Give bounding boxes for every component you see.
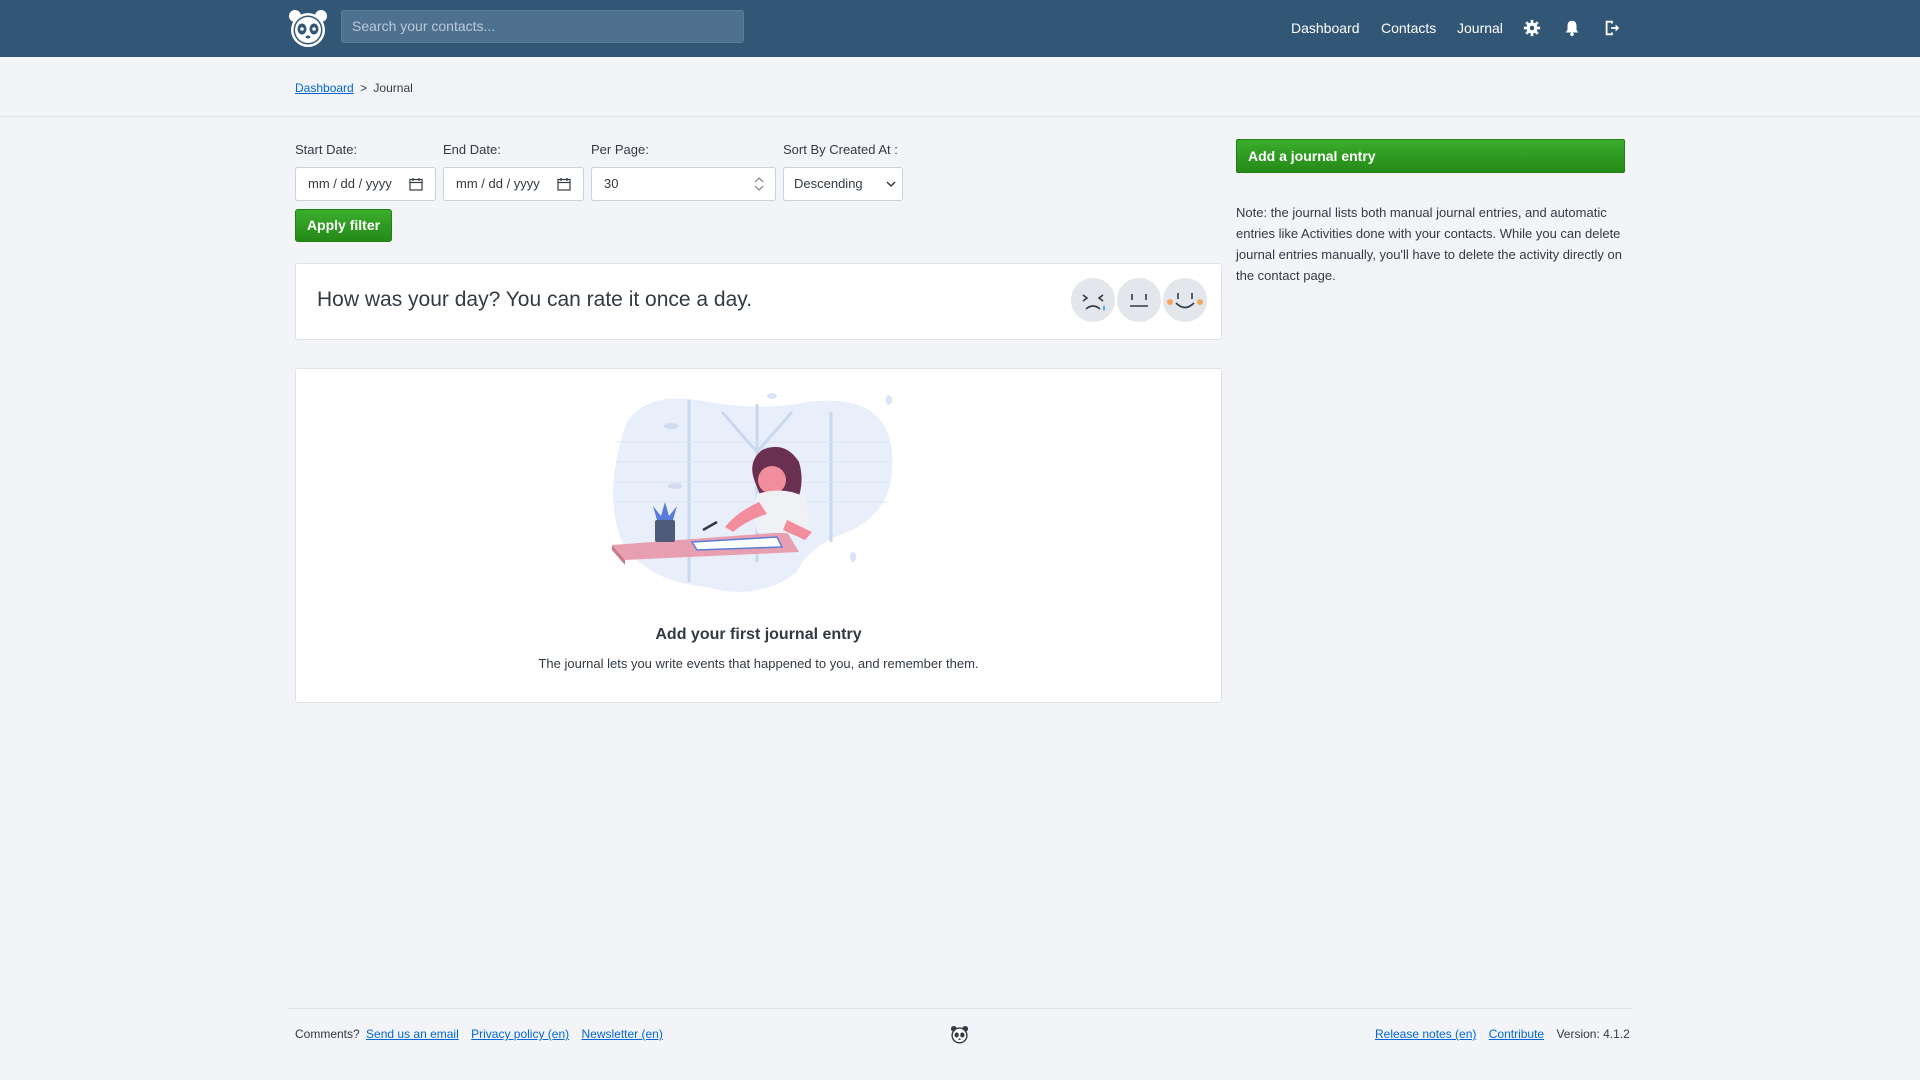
breadcrumb-current: Journal (373, 81, 413, 95)
search-input[interactable]: Search your contacts... (341, 10, 744, 43)
per-page-input[interactable]: 30 (591, 167, 776, 201)
footer-right: Release notes (en) Contribute Version: 4… (1375, 1027, 1630, 1041)
breadcrumb: Dashboard > Journal (295, 81, 413, 95)
day-rating-prompt: How was your day? You can rate it once a… (317, 288, 753, 311)
nav-dashboard[interactable]: Dashboard (1291, 20, 1360, 36)
sort-select-value: Descending (794, 176, 863, 191)
apply-filter-button[interactable]: Apply filter (295, 209, 392, 242)
breadcrumb-separator: > (360, 81, 368, 95)
journal-note: Note: the journal lists both manual jour… (1236, 205, 1622, 283)
end-date-value: mm / dd / yyyy (456, 176, 540, 191)
footer-divider (288, 1008, 1632, 1009)
chevron-down-icon (886, 181, 896, 188)
start-date-label: Start Date: (295, 142, 358, 157)
footer-release-notes-link[interactable]: Release notes (en) (1375, 1027, 1476, 1041)
calendar-icon[interactable] (557, 177, 571, 191)
start-date-input[interactable]: mm / dd / yyyy (295, 167, 436, 201)
calendar-icon[interactable] (409, 177, 423, 191)
empty-state-description: The journal lets you write events that h… (538, 656, 979, 671)
happy-face-icon[interactable] (1163, 278, 1207, 322)
footer-comments-label: Comments? (295, 1027, 360, 1041)
panda-logo-icon[interactable] (288, 9, 328, 49)
footer-newsletter-link[interactable]: Newsletter (en) (581, 1027, 662, 1041)
end-date-input[interactable]: mm / dd / yyyy (443, 167, 584, 201)
logout-icon[interactable] (1603, 19, 1621, 37)
start-date-value: mm / dd / yyyy (308, 176, 392, 191)
footer-version: Version: 4.1.2 (1556, 1027, 1630, 1041)
end-date-label: End Date: (443, 142, 501, 157)
gear-icon[interactable] (1523, 19, 1541, 37)
footer-panda-icon (950, 1025, 969, 1044)
nav-contacts[interactable]: Contacts (1381, 20, 1436, 36)
add-journal-entry-button[interactable]: Add a journal entry (1236, 139, 1625, 173)
footer-contribute-link[interactable]: Contribute (1489, 1027, 1544, 1041)
empty-state-title: Add your first journal entry (655, 626, 862, 643)
per-page-label: Per Page: (591, 142, 649, 157)
footer-privacy-link[interactable]: Privacy policy (en) (471, 1027, 569, 1041)
neutral-face-icon[interactable] (1117, 278, 1161, 322)
breadcrumb-dashboard-link[interactable]: Dashboard (295, 81, 354, 95)
sort-label: Sort By Created At : (783, 142, 898, 157)
bell-icon[interactable] (1563, 19, 1581, 37)
sort-select[interactable]: Descending (783, 167, 903, 201)
per-page-value: 30 (604, 176, 619, 191)
sad-face-icon[interactable] (1071, 278, 1115, 322)
spinner-arrows-icon[interactable] (753, 176, 765, 192)
footer-left: Comments? Send us an email Privacy polic… (295, 1027, 663, 1041)
footer-email-link[interactable]: Send us an email (366, 1027, 459, 1041)
breadcrumb-bar (0, 57, 1920, 117)
journal-illustration-icon (612, 393, 893, 592)
nav-journal[interactable]: Journal (1457, 20, 1503, 36)
top-navbar: Search your contacts... Dashboard Contac… (0, 0, 1920, 57)
